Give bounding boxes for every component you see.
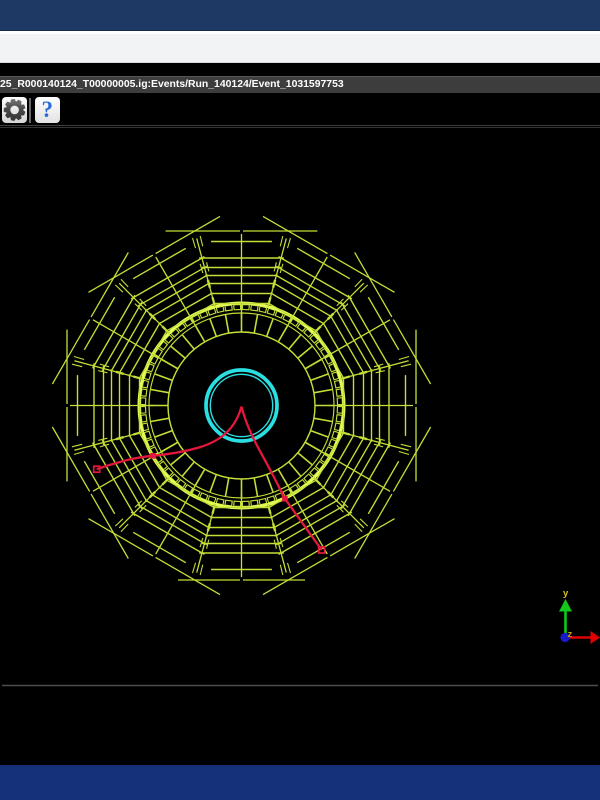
svg-text:z: z bbox=[568, 629, 573, 640]
svg-text:y: y bbox=[563, 588, 569, 599]
